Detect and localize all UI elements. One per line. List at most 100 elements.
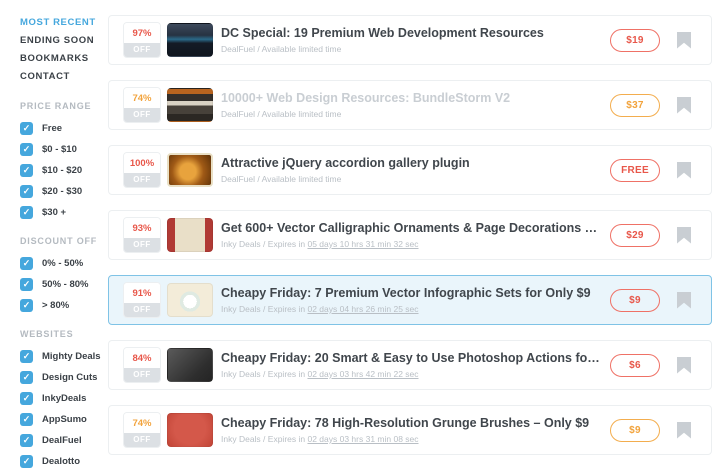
- deal-source: DealFuel: [221, 174, 255, 184]
- filter-option-mighty-deals[interactable]: ✓ Mighty Deals: [20, 346, 108, 367]
- discount-percent: 100%: [124, 153, 160, 173]
- price-badge[interactable]: FREE: [610, 159, 660, 182]
- discount-off-label: OFF: [124, 43, 160, 57]
- discount-percent: 91%: [124, 283, 160, 303]
- sidebar-item-ending-soon[interactable]: ENDING SOON: [20, 34, 108, 52]
- filter-option-label: Design Cuts: [42, 372, 97, 383]
- bookmark-icon[interactable]: [677, 32, 691, 49]
- checkbox-checked[interactable]: ✓: [20, 143, 33, 156]
- bookmark-icon[interactable]: [677, 162, 691, 179]
- meta-separator: /: [255, 109, 262, 119]
- filter-option-dealfuel[interactable]: ✓ DealFuel: [20, 430, 108, 451]
- deal-card[interactable]: 74% OFF Cheapy Friday: 78 High-Resolutio…: [108, 405, 712, 455]
- discount-percent: 93%: [124, 218, 160, 238]
- checkbox-checked[interactable]: ✓: [20, 278, 33, 291]
- filter-section-price-range: PRICE RANGE ✓ Free ✓ $0 - $10 ✓ $10 - $2…: [20, 101, 108, 223]
- check-icon: ✓: [23, 394, 31, 403]
- filter-options: ✓ 0% - 50% ✓ 50% - 80% ✓ > 80%: [20, 253, 108, 316]
- filter-option-label: DealFuel: [42, 435, 82, 446]
- bookmark-icon[interactable]: [677, 97, 691, 114]
- bookmark-icon[interactable]: [677, 357, 691, 374]
- filter-section-websites: WEBSITES ✓ Mighty Deals ✓ Design Cuts ✓ …: [20, 329, 108, 472]
- sidebar-filters: PRICE RANGE ✓ Free ✓ $0 - $10 ✓ $10 - $2…: [20, 101, 108, 472]
- deal-meta: Inky Deals / Expires in 05 days 10 hrs 3…: [221, 239, 600, 249]
- discount-off-label: OFF: [124, 368, 160, 382]
- filter-option-dealotto[interactable]: ✓ Dealotto: [20, 451, 108, 472]
- filter-options: ✓ Free ✓ $0 - $10 ✓ $10 - $20 ✓ $20 - $3…: [20, 118, 108, 223]
- deal-availability: Expires in: [268, 239, 308, 249]
- checkbox-checked[interactable]: ✓: [20, 206, 33, 219]
- deal-title[interactable]: Attractive jQuery accordion gallery plug…: [221, 156, 600, 170]
- filter-option-10-20[interactable]: ✓ $10 - $20: [20, 160, 108, 181]
- deal-title[interactable]: Cheapy Friday: 7 Premium Vector Infograp…: [221, 286, 600, 300]
- bookmark-icon[interactable]: [677, 227, 691, 244]
- deal-title[interactable]: DC Special: 19 Premium Web Development R…: [221, 26, 600, 40]
- checkbox-checked[interactable]: ✓: [20, 257, 33, 270]
- checkbox-checked[interactable]: ✓: [20, 350, 33, 363]
- check-icon: ✓: [23, 352, 31, 361]
- deal-title[interactable]: Cheapy Friday: 78 High-Resolution Grunge…: [221, 416, 600, 430]
- check-icon: ✓: [23, 208, 31, 217]
- deal-thumbnail-grunge-brushes-red: [167, 413, 213, 447]
- meta-separator: /: [261, 239, 268, 249]
- filter-option-0-50[interactable]: ✓ 0% - 50%: [20, 253, 108, 274]
- price-badge[interactable]: $37: [610, 94, 660, 117]
- sidebar-item-contact[interactable]: CONTACT: [20, 70, 108, 88]
- deal-title[interactable]: Cheapy Friday: 20 Smart & Easy to Use Ph…: [221, 351, 600, 365]
- checkbox-checked[interactable]: ✓: [20, 122, 33, 135]
- deal-thumbnail-bundlestorm-stack: [167, 88, 213, 122]
- price-badge[interactable]: $29: [610, 224, 660, 247]
- filter-option-30[interactable]: ✓ $30 +: [20, 202, 108, 223]
- sidebar-nav: MOST RECENT ENDING SOON BOOKMARKS CONTAC…: [20, 16, 108, 88]
- checkbox-checked[interactable]: ✓: [20, 164, 33, 177]
- filter-option-50-80[interactable]: ✓ 50% - 80%: [20, 274, 108, 295]
- deal-card[interactable]: 93% OFF Get 600+ Vector Calligraphic Orn…: [108, 210, 712, 260]
- deal-card[interactable]: 91% OFF Cheapy Friday: 7 Premium Vector …: [108, 275, 712, 325]
- deal-availability: Expires in: [268, 369, 308, 379]
- deal-title[interactable]: Get 600+ Vector Calligraphic Ornaments &…: [221, 221, 600, 235]
- filter-option-0-10[interactable]: ✓ $0 - $10: [20, 139, 108, 160]
- bookmark-icon[interactable]: [677, 422, 691, 439]
- deal-availability: Expires in: [268, 304, 308, 314]
- check-icon: ✓: [23, 457, 31, 466]
- price-badge[interactable]: $6: [610, 354, 660, 377]
- deal-title[interactable]: 10000+ Web Design Resources: BundleStorm…: [221, 91, 600, 105]
- checkbox-checked[interactable]: ✓: [20, 299, 33, 312]
- checkbox-checked[interactable]: ✓: [20, 371, 33, 384]
- deal-card[interactable]: 74% OFF 10000+ Web Design Resources: Bun…: [108, 80, 712, 130]
- filter-option-free[interactable]: ✓ Free: [20, 118, 108, 139]
- filter-option-design-cuts[interactable]: ✓ Design Cuts: [20, 367, 108, 388]
- deal-source: Inky Deals: [221, 304, 261, 314]
- price-badge[interactable]: $19: [610, 29, 660, 52]
- filter-option-80[interactable]: ✓ > 80%: [20, 295, 108, 316]
- discount-percent: 74%: [124, 88, 160, 108]
- deal-source: Inky Deals: [221, 369, 261, 379]
- filter-options: ✓ Mighty Deals ✓ Design Cuts ✓ InkyDeals…: [20, 346, 108, 472]
- price-badge[interactable]: $9: [610, 289, 660, 312]
- check-icon: ✓: [23, 145, 31, 154]
- deal-info: Cheapy Friday: 20 Smart & Easy to Use Ph…: [221, 351, 610, 379]
- sidebar-item-most-recent[interactable]: MOST RECENT: [20, 16, 108, 34]
- filter-option-20-30[interactable]: ✓ $20 - $30: [20, 181, 108, 202]
- check-icon: ✓: [23, 187, 31, 196]
- price-badge[interactable]: $9: [610, 419, 660, 442]
- filter-option-label: $0 - $10: [42, 144, 77, 155]
- checkbox-checked[interactable]: ✓: [20, 434, 33, 447]
- deal-card[interactable]: 84% OFF Cheapy Friday: 20 Smart & Easy t…: [108, 340, 712, 390]
- deal-card[interactable]: 97% OFF DC Special: 19 Premium Web Devel…: [108, 15, 712, 65]
- discount-percent: 97%: [124, 23, 160, 43]
- deal-meta: Inky Deals / Expires in 02 days 04 hrs 2…: [221, 304, 600, 314]
- sidebar-item-bookmarks[interactable]: BOOKMARKS: [20, 52, 108, 70]
- bookmark-icon[interactable]: [677, 292, 691, 309]
- deal-countdown: 02 days 04 hrs 26 min 25 sec: [307, 304, 418, 314]
- checkbox-checked[interactable]: ✓: [20, 185, 33, 198]
- filter-option-label: Mighty Deals: [42, 351, 101, 362]
- checkbox-checked[interactable]: ✓: [20, 413, 33, 426]
- filter-option-label: 50% - 80%: [42, 279, 88, 290]
- filter-option-appsumo[interactable]: ✓ AppSumo: [20, 409, 108, 430]
- filter-option-inkydeals[interactable]: ✓ InkyDeals: [20, 388, 108, 409]
- checkbox-checked[interactable]: ✓: [20, 392, 33, 405]
- deal-card[interactable]: 100% OFF Attractive jQuery accordion gal…: [108, 145, 712, 195]
- checkbox-checked[interactable]: ✓: [20, 455, 33, 468]
- deal-meta: DealFuel / Available limited time: [221, 44, 600, 54]
